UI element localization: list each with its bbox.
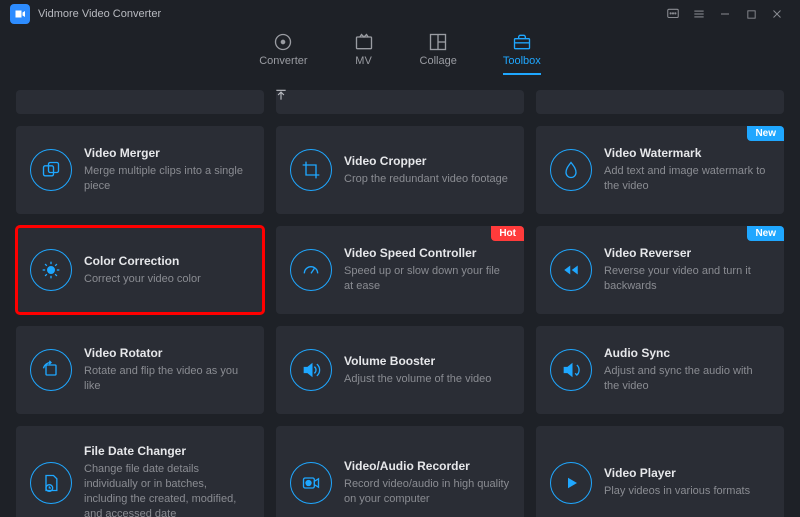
card-desc: Add text and image watermark to the vide… — [604, 164, 770, 194]
hot-badge: Hot — [491, 226, 524, 241]
new-badge: New — [747, 226, 784, 241]
card-title: Video Speed Controller — [344, 246, 510, 260]
card-title: Video Reverser — [604, 246, 770, 260]
card-desc: Crop the redundant video footage — [344, 172, 510, 187]
card-video-watermark[interactable]: New Video Watermark Add text and image w… — [536, 126, 784, 214]
recorder-icon — [290, 462, 332, 504]
card-title: Video Rotator — [84, 346, 250, 360]
card-desc: Correct your video color — [84, 272, 250, 287]
converter-icon — [273, 32, 293, 52]
merge-icon — [30, 149, 72, 191]
title-bar: Vidmore Video Converter — [0, 0, 800, 28]
partial-row — [16, 90, 784, 114]
volume-icon — [290, 349, 332, 391]
card-file-date-changer[interactable]: File Date Changer Change file date detai… — [16, 426, 264, 517]
card-desc: Play videos in various formats — [604, 484, 770, 499]
toolbox-icon — [512, 32, 532, 52]
card-desc: Adjust the volume of the video — [344, 372, 510, 387]
card-video-rotator[interactable]: Video Rotator Rotate and flip the video … — [16, 326, 264, 414]
card-video-cropper[interactable]: Video Cropper Crop the redundant video f… — [276, 126, 524, 214]
crop-icon — [290, 149, 332, 191]
card-desc: Adjust and sync the audio with the video — [604, 364, 770, 394]
scroll-top-icon[interactable] — [274, 88, 288, 102]
card-video-player[interactable]: Video Player Play videos in various form… — [536, 426, 784, 517]
rewind-icon — [550, 249, 592, 291]
card-title: File Date Changer — [84, 444, 250, 458]
sync-icon — [550, 349, 592, 391]
play-icon — [550, 462, 592, 504]
minimize-button[interactable] — [712, 4, 738, 24]
card-partial-2[interactable] — [276, 90, 524, 114]
feedback-icon[interactable] — [660, 4, 686, 24]
tab-converter[interactable]: Converter — [259, 32, 307, 73]
card-title: Audio Sync — [604, 346, 770, 360]
card-video-speed[interactable]: Hot Video Speed Controller Speed up or s… — [276, 226, 524, 314]
card-desc: Change file date details individually or… — [84, 462, 250, 517]
app-logo — [10, 4, 30, 24]
card-color-correction[interactable]: Color Correction Correct your video colo… — [16, 226, 264, 314]
tab-collage[interactable]: Collage — [420, 32, 457, 73]
maximize-button[interactable] — [738, 4, 764, 24]
menu-icon[interactable] — [686, 4, 712, 24]
card-desc: Reverse your video and turn it backwards — [604, 264, 770, 294]
card-volume-booster[interactable]: Volume Booster Adjust the volume of the … — [276, 326, 524, 414]
card-title: Video Cropper — [344, 154, 510, 168]
card-title: Color Correction — [84, 254, 250, 268]
card-audio-sync[interactable]: Audio Sync Adjust and sync the audio wit… — [536, 326, 784, 414]
brightness-icon — [30, 249, 72, 291]
card-desc: Record video/audio in high quality on yo… — [344, 477, 510, 507]
speedometer-icon — [290, 249, 332, 291]
toolbox-grid-scroll[interactable]: Video Merger Merge multiple clips into a… — [0, 80, 800, 517]
new-badge: New — [747, 126, 784, 141]
main-tabs: Converter MV Collage Toolbox — [0, 28, 800, 80]
card-desc: Speed up or slow down your file at ease — [344, 264, 510, 294]
app-title: Vidmore Video Converter — [38, 8, 161, 20]
card-video-reverser[interactable]: New Video Reverser Reverse your video an… — [536, 226, 784, 314]
file-date-icon — [30, 462, 72, 504]
card-title: Video/Audio Recorder — [344, 459, 510, 473]
card-title: Video Player — [604, 466, 770, 480]
card-title: Volume Booster — [344, 354, 510, 368]
mv-icon — [354, 32, 374, 52]
card-desc: Merge multiple clips into a single piece — [84, 164, 250, 194]
card-partial-3[interactable] — [536, 90, 784, 114]
close-button[interactable] — [764, 4, 790, 24]
card-title: Video Merger — [84, 146, 250, 160]
tab-mv[interactable]: MV — [354, 32, 374, 73]
collage-icon — [428, 32, 448, 52]
rotate-icon — [30, 349, 72, 391]
card-desc: Rotate and flip the video as you like — [84, 364, 250, 394]
card-video-merger[interactable]: Video Merger Merge multiple clips into a… — [16, 126, 264, 214]
card-video-audio-recorder[interactable]: Video/Audio Recorder Record video/audio … — [276, 426, 524, 517]
card-partial-1[interactable] — [16, 90, 264, 114]
watermark-icon — [550, 149, 592, 191]
tab-toolbox[interactable]: Toolbox — [503, 32, 541, 75]
card-title: Video Watermark — [604, 146, 770, 160]
